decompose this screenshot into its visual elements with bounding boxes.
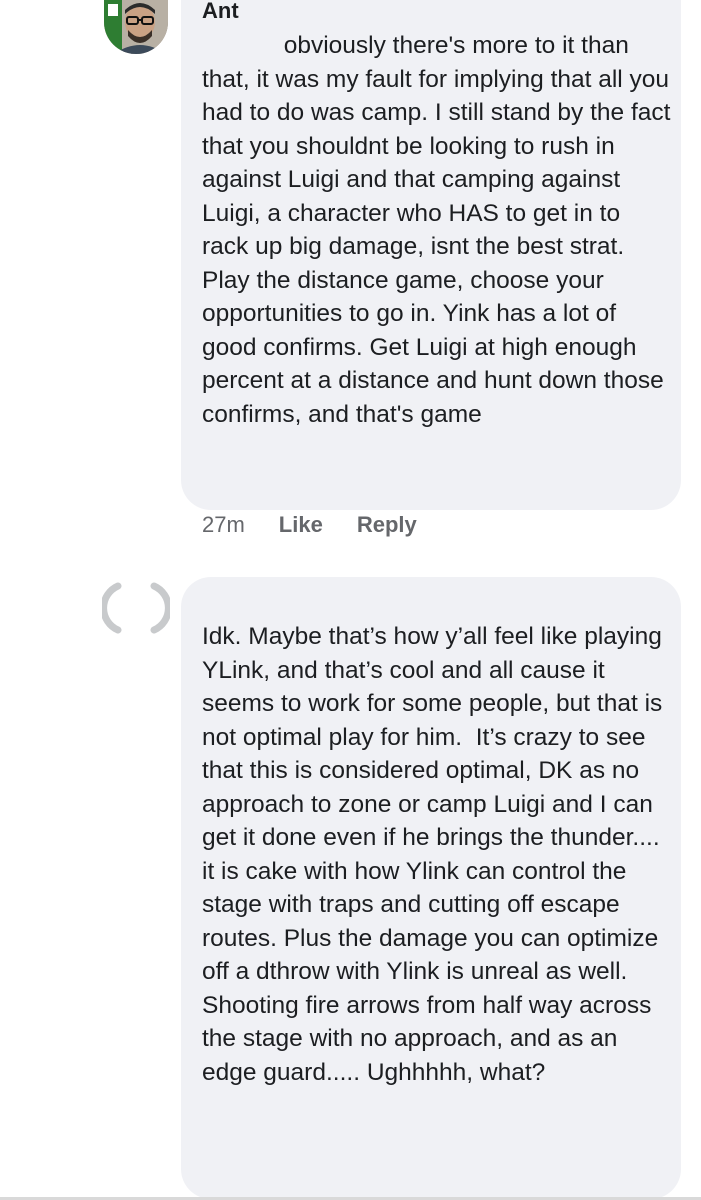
reply-button[interactable]: Reply <box>357 512 417 538</box>
comment-text: Idk. Maybe that’s how y’all feel like pl… <box>202 623 670 1086</box>
like-button[interactable]: Like <box>279 512 323 538</box>
loading-avatar-icon <box>100 580 172 636</box>
comment-timestamp[interactable]: 27m <box>202 512 245 538</box>
avatar[interactable] <box>104 0 168 54</box>
user-avatar-icon <box>104 0 168 54</box>
comment-author[interactable]: Ant <box>202 0 239 22</box>
comment-thread: Ant obviously there's more to it than th… <box>0 0 701 1200</box>
comment-text: obviously there's more to it than that, … <box>202 32 671 428</box>
comment-actions: 27m Like Reply <box>202 512 417 538</box>
